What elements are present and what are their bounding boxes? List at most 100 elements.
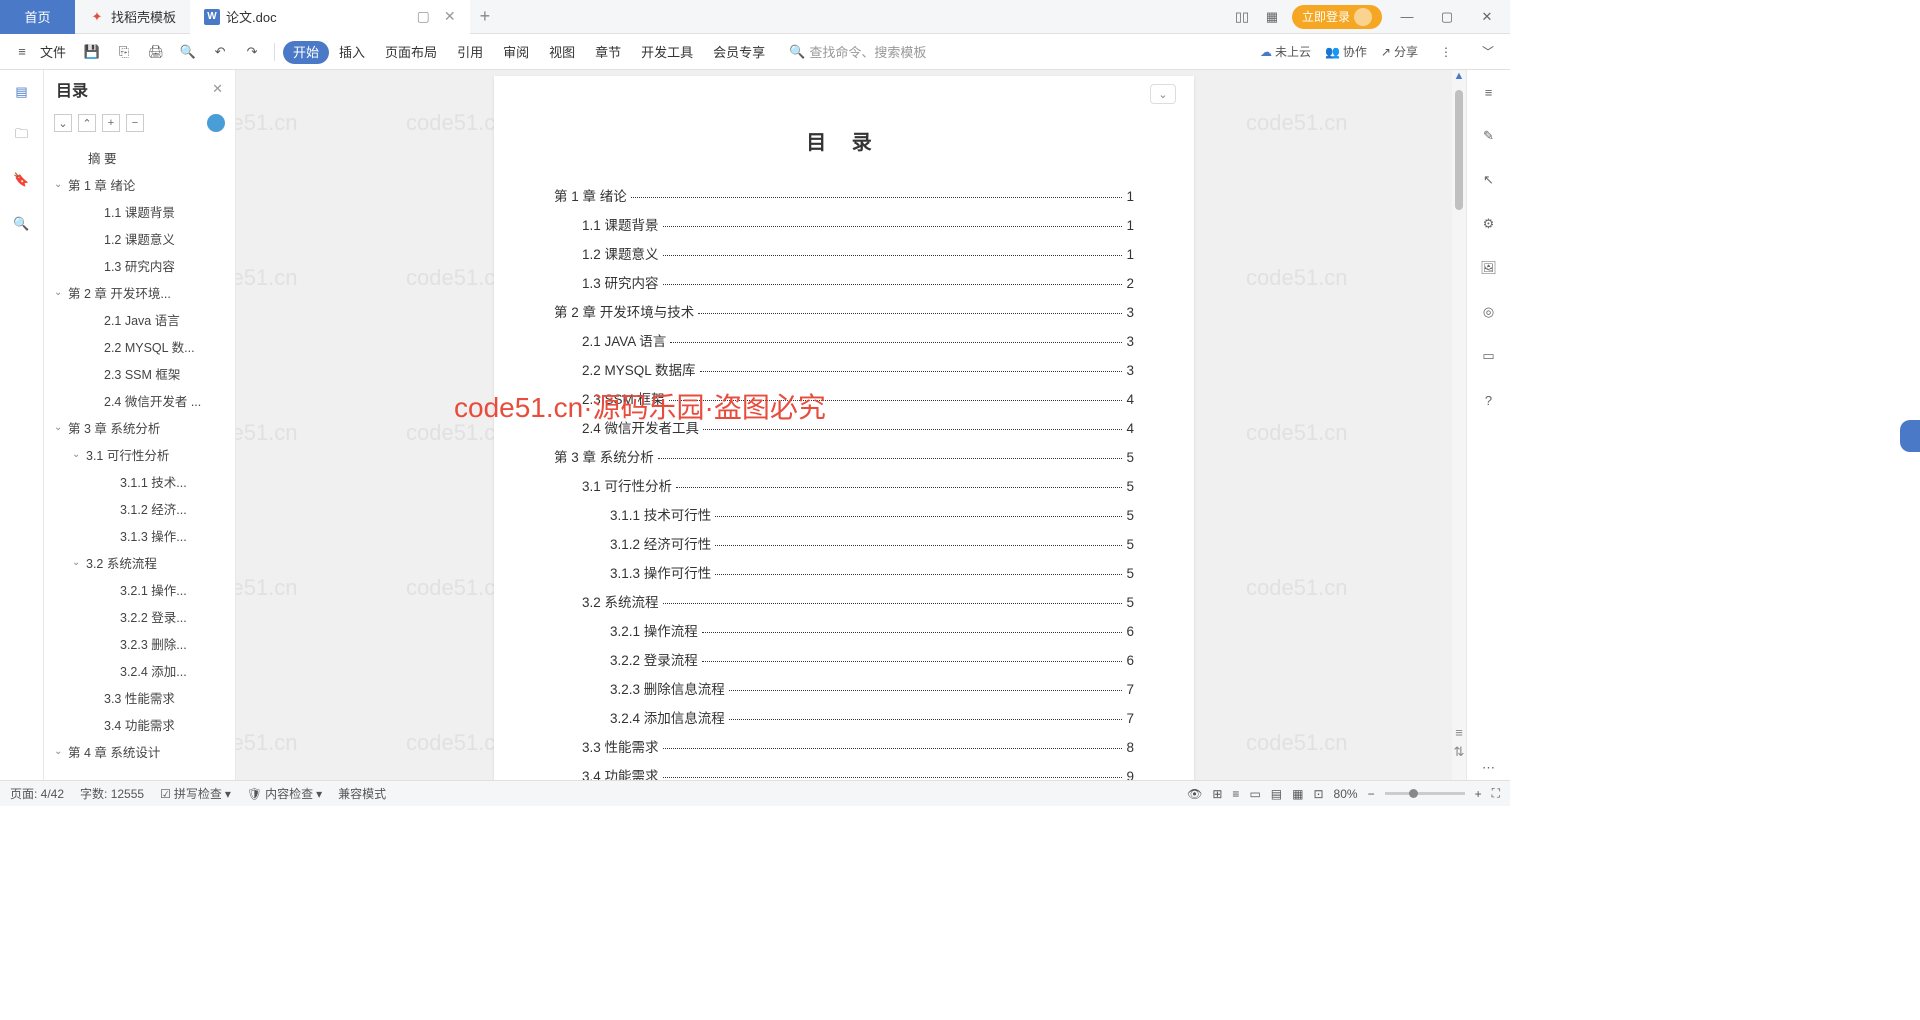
- outline-item[interactable]: 3.4 功能需求: [44, 711, 235, 738]
- file-menu[interactable]: 文件: [40, 42, 66, 61]
- settings-icon[interactable]: ≡: [1477, 80, 1501, 104]
- toc-entry[interactable]: 第 3 章 系统分析5: [554, 446, 1134, 466]
- menu-开发工具[interactable]: 开发工具: [631, 41, 703, 64]
- folder-icon[interactable]: 🗀: [10, 124, 34, 148]
- more-dots-icon[interactable]: ⋯: [1477, 756, 1501, 780]
- tab-close-icon[interactable]: ✕: [444, 8, 456, 25]
- bookmark-icon[interactable]: 🔖: [10, 168, 34, 192]
- outline-item[interactable]: 3.1.1 技术...: [44, 468, 235, 495]
- minimize-button[interactable]: —: [1392, 9, 1422, 24]
- cloud-status[interactable]: ☁未上云: [1260, 43, 1311, 60]
- toc-entry[interactable]: 第 2 章 开发环境与技术3: [554, 301, 1134, 321]
- toc-entry[interactable]: 3.2.2 登录流程6: [554, 649, 1134, 669]
- word-count[interactable]: 字数: 12555: [80, 785, 144, 802]
- outline-item[interactable]: 2.4 微信开发者 ...: [44, 387, 235, 414]
- collab-button[interactable]: 👥协作: [1325, 43, 1367, 60]
- zoom-in-icon[interactable]: +: [1475, 787, 1482, 801]
- preview-icon[interactable]: 🔍: [174, 38, 202, 66]
- view3-icon[interactable]: ≡: [1232, 787, 1239, 801]
- command-search[interactable]: 🔍 查找命令、搜索模板: [789, 42, 926, 61]
- zoom-fit-icon[interactable]: ⊡: [1313, 787, 1323, 801]
- menu-插入[interactable]: 插入: [329, 41, 375, 64]
- expand-all-icon[interactable]: ⌃: [78, 114, 96, 132]
- menu-会员专享[interactable]: 会员专享: [703, 41, 775, 64]
- menu-视图[interactable]: 视图: [539, 41, 585, 64]
- apps-icon[interactable]: ▦: [1262, 7, 1282, 27]
- outline-item[interactable]: 2.1 Java 语言: [44, 306, 235, 333]
- undo-icon[interactable]: ↶: [206, 38, 234, 66]
- outline-item[interactable]: 1.3 研究内容: [44, 252, 235, 279]
- pen-icon[interactable]: ✎: [1477, 124, 1501, 148]
- toc-entry[interactable]: 3.2 系统流程5: [554, 591, 1134, 611]
- vertical-scrollbar[interactable]: ▲ ≡ ⇅: [1452, 70, 1466, 780]
- outline-item[interactable]: ⌄第 3 章 系统分析: [44, 414, 235, 441]
- toc-entry[interactable]: 3.3 性能需求8: [554, 736, 1134, 756]
- more-icon[interactable]: ⋮: [1432, 38, 1460, 66]
- share-button[interactable]: ↗分享: [1381, 43, 1418, 60]
- toc-entry[interactable]: 2.2 MYSQL 数据库3: [554, 359, 1134, 379]
- page-indicator[interactable]: 页面: 4/42: [10, 785, 64, 802]
- view2-icon[interactable]: ⊞: [1212, 787, 1222, 801]
- toc-entry[interactable]: 3.4 功能需求9: [554, 765, 1134, 780]
- tab-template[interactable]: ✦ 找稻壳模板: [75, 0, 190, 34]
- outline-item[interactable]: 3.1.3 操作...: [44, 522, 235, 549]
- view5-icon[interactable]: ▤: [1271, 787, 1282, 801]
- floating-tab[interactable]: [1900, 420, 1920, 452]
- outline-icon[interactable]: ▤: [10, 80, 34, 104]
- spellcheck[interactable]: ☑ 拼写检查 ▾: [160, 785, 231, 802]
- save-icon[interactable]: 💾: [78, 38, 106, 66]
- toc-entry[interactable]: 3.2.1 操作流程6: [554, 620, 1134, 640]
- view6-icon[interactable]: ▦: [1292, 787, 1303, 801]
- outline-item[interactable]: 3.2.1 操作...: [44, 576, 235, 603]
- screen-icon[interactable]: ▭: [1477, 344, 1501, 368]
- collapse-all-icon[interactable]: ⌄: [54, 114, 72, 132]
- outline-item[interactable]: ⌄第 1 章 绪论: [44, 171, 235, 198]
- outline-item[interactable]: 1.2 课题意义: [44, 225, 235, 252]
- tab-add[interactable]: +: [470, 6, 501, 27]
- outline-item[interactable]: ⌄3.1 可行性分析: [44, 441, 235, 468]
- toc-entry[interactable]: 3.2.4 添加信息流程7: [554, 707, 1134, 727]
- help-icon[interactable]: ?: [1477, 388, 1501, 412]
- toc-entry[interactable]: 3.2.3 删除信息流程7: [554, 678, 1134, 698]
- toc-entry[interactable]: 3.1 可行性分析5: [554, 475, 1134, 495]
- target-icon[interactable]: ◎: [1477, 300, 1501, 324]
- menu-icon[interactable]: ≡: [8, 38, 36, 66]
- maximize-button[interactable]: ▢: [1432, 9, 1462, 25]
- cursor-icon[interactable]: ↖: [1477, 168, 1501, 192]
- toc-entry[interactable]: 1.1 课题背景1: [554, 214, 1134, 234]
- toc-entry[interactable]: 2.1 JAVA 语言3: [554, 330, 1134, 350]
- tab-window-icon[interactable]: ▢: [417, 8, 430, 25]
- export-icon[interactable]: ⎘: [110, 38, 138, 66]
- tab-home[interactable]: 首页: [0, 0, 75, 34]
- fullscreen-icon[interactable]: ⛶: [1492, 786, 1500, 801]
- menu-章节[interactable]: 章节: [585, 41, 631, 64]
- menu-页面布局[interactable]: 页面布局: [375, 41, 447, 64]
- view1-icon[interactable]: 👁: [1187, 787, 1202, 801]
- toc-entry[interactable]: 2.4 微信开发者工具4: [554, 417, 1134, 437]
- content-check[interactable]: 🛡 内容检查 ▾: [247, 785, 322, 802]
- tab-document[interactable]: W 论文.doc ▢ ✕: [190, 0, 470, 34]
- outline-item[interactable]: 3.3 性能需求: [44, 684, 235, 711]
- menu-开始[interactable]: 开始: [283, 41, 329, 64]
- outline-item[interactable]: 2.2 MYSQL 数...: [44, 333, 235, 360]
- outline-item[interactable]: 摘 要: [44, 144, 235, 171]
- toc-entry[interactable]: 1.3 研究内容2: [554, 272, 1134, 292]
- outline-item[interactable]: 1.1 课题背景: [44, 198, 235, 225]
- collapse-icon[interactable]: ﹀: [1474, 38, 1502, 66]
- toc-entry[interactable]: 3.1.2 经济可行性5: [554, 533, 1134, 553]
- toc-entry[interactable]: 2.3 SSM 框架4: [554, 388, 1134, 408]
- compat-mode[interactable]: 兼容模式: [338, 785, 386, 802]
- zoom-level[interactable]: 80%: [1334, 787, 1358, 801]
- menu-引用[interactable]: 引用: [447, 41, 493, 64]
- outline-item[interactable]: ⌄3.2 系统流程: [44, 549, 235, 576]
- outline-item[interactable]: 3.2.2 登录...: [44, 603, 235, 630]
- remove-icon[interactable]: −: [126, 114, 144, 132]
- outline-item[interactable]: 3.2.3 删除...: [44, 630, 235, 657]
- login-button[interactable]: 立即登录: [1292, 5, 1382, 29]
- toc-entry[interactable]: 1.2 课题意义1: [554, 243, 1134, 263]
- toc-entry[interactable]: 3.1.3 操作可行性5: [554, 562, 1134, 582]
- adjust-icon[interactable]: ⚙: [1477, 212, 1501, 236]
- outline-item[interactable]: 3.2.4 添加...: [44, 657, 235, 684]
- scroll-thumb[interactable]: [1455, 90, 1463, 210]
- zoom-slider[interactable]: [1385, 792, 1465, 795]
